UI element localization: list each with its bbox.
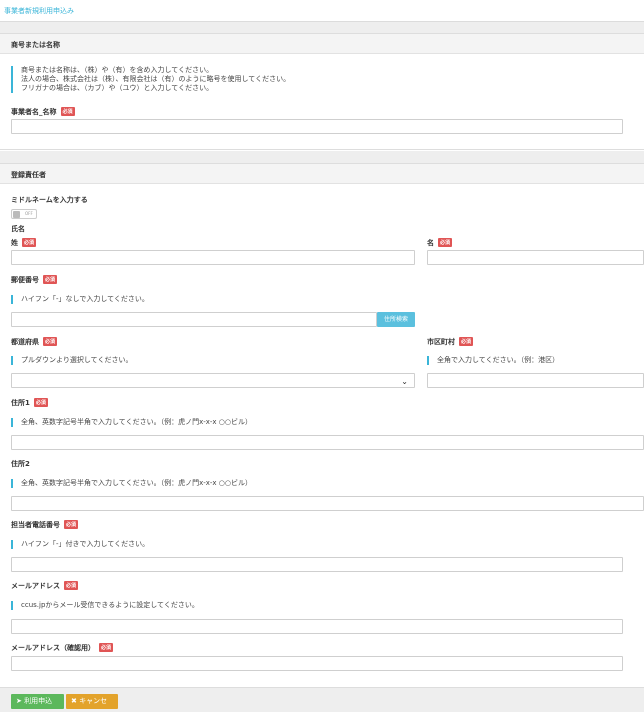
email-confirm-input[interactable] <box>11 656 623 671</box>
business-name-note: 商号または名称は、（株）や（有）を含め入力してください。 法人の場合、株式会社は… <box>11 66 290 93</box>
top-gray-bar <box>0 21 644 33</box>
breadcrumb[interactable]: 事業者新規利用申込み <box>4 6 74 16</box>
phone-label: 担当者電話番号 必須 <box>11 520 79 529</box>
required-badge: 必須 <box>33 398 48 407</box>
prefecture-select[interactable]: ⌄ <box>11 373 415 388</box>
prefecture-label: 都道府県 必須 <box>11 337 58 346</box>
email-note: ccus.jpからメール受信できるように設定してください。 <box>11 601 199 610</box>
city-note: 全角で入力してください。（例：港区） <box>427 356 559 365</box>
required-badge: 必須 <box>438 238 453 247</box>
close-icon: ✖ <box>71 697 80 705</box>
postal-input[interactable] <box>11 312 377 327</box>
business-name-input[interactable] <box>11 119 623 134</box>
postal-label: 郵便番号 必須 <box>11 275 58 284</box>
required-badge: 必須 <box>60 107 75 116</box>
email-label: メールアドレス 必須 <box>11 581 79 590</box>
name-group-label: 氏名 <box>11 225 25 233</box>
address2-note: 全角、英数字記号半角で入力してください。（例：虎ノ門x-x-x ○○ビル） <box>11 479 252 488</box>
section-title-business-name: 商号または名称 <box>0 34 644 54</box>
required-badge: 必須 <box>22 238 37 247</box>
postal-note: ハイフン「-」なしで入力してください。 <box>11 295 149 304</box>
toggle-knob <box>13 211 20 218</box>
required-badge: 必須 <box>43 337 58 346</box>
email-input[interactable] <box>11 619 623 634</box>
first-name-label: 名必須 <box>427 238 453 247</box>
address2-input[interactable] <box>11 496 644 511</box>
email-confirm-label: メールアドレス（確認用） 必須 <box>11 643 114 652</box>
note-line: 法人の場合、株式会社は（株）、有限会社は（有）のように略号を使用してください。 <box>21 75 291 83</box>
submit-button[interactable]: ➤ 利用申込み <box>11 694 64 709</box>
middle-name-toggle[interactable]: OFF <box>11 209 37 219</box>
phone-input[interactable] <box>11 557 623 572</box>
address1-label: 住所1 必須 <box>11 398 48 407</box>
paper-plane-icon: ➤ <box>16 697 25 705</box>
required-badge: 必須 <box>64 581 79 590</box>
middle-name-label: ミドルネームを入力する <box>11 196 88 204</box>
address1-input[interactable] <box>11 435 644 450</box>
business-name-label: 事業者名_名称 必須 <box>11 107 75 116</box>
required-badge: 必須 <box>43 275 58 284</box>
address2-label: 住所2 <box>11 460 30 468</box>
required-badge: 必須 <box>64 520 79 529</box>
phone-note: ハイフン「-」付きで入力してください。 <box>11 540 149 549</box>
cancel-button[interactable]: ✖ キャンセル <box>66 694 118 709</box>
last-name-input[interactable] <box>11 250 415 265</box>
city-label: 市区町村 必須 <box>427 337 474 346</box>
required-badge: 必須 <box>99 643 114 652</box>
note-line: 商号または名称は、（株）や（有）を含め入力してください。 <box>21 66 214 74</box>
chevron-down-icon: ⌄ <box>401 377 408 386</box>
toggle-state: OFF <box>25 211 33 216</box>
prefecture-note: プルダウンより選択してください。 <box>11 356 132 365</box>
required-badge: 必須 <box>459 337 474 346</box>
city-input[interactable] <box>427 373 644 388</box>
address-search-button[interactable]: 住所検索 <box>377 312 415 327</box>
note-line: フリガナの場合は、（カブ）や（ユウ）と入力してください。 <box>21 84 214 92</box>
first-name-input[interactable] <box>427 250 644 265</box>
last-name-label: 姓必須 <box>11 238 37 247</box>
section-gap <box>0 151 644 163</box>
address1-note: 全角、英数字記号半角で入力してください。（例：虎ノ門x-x-x ○○ビル） <box>11 418 252 427</box>
section-title-registrant: 登録責任者 <box>0 164 644 184</box>
